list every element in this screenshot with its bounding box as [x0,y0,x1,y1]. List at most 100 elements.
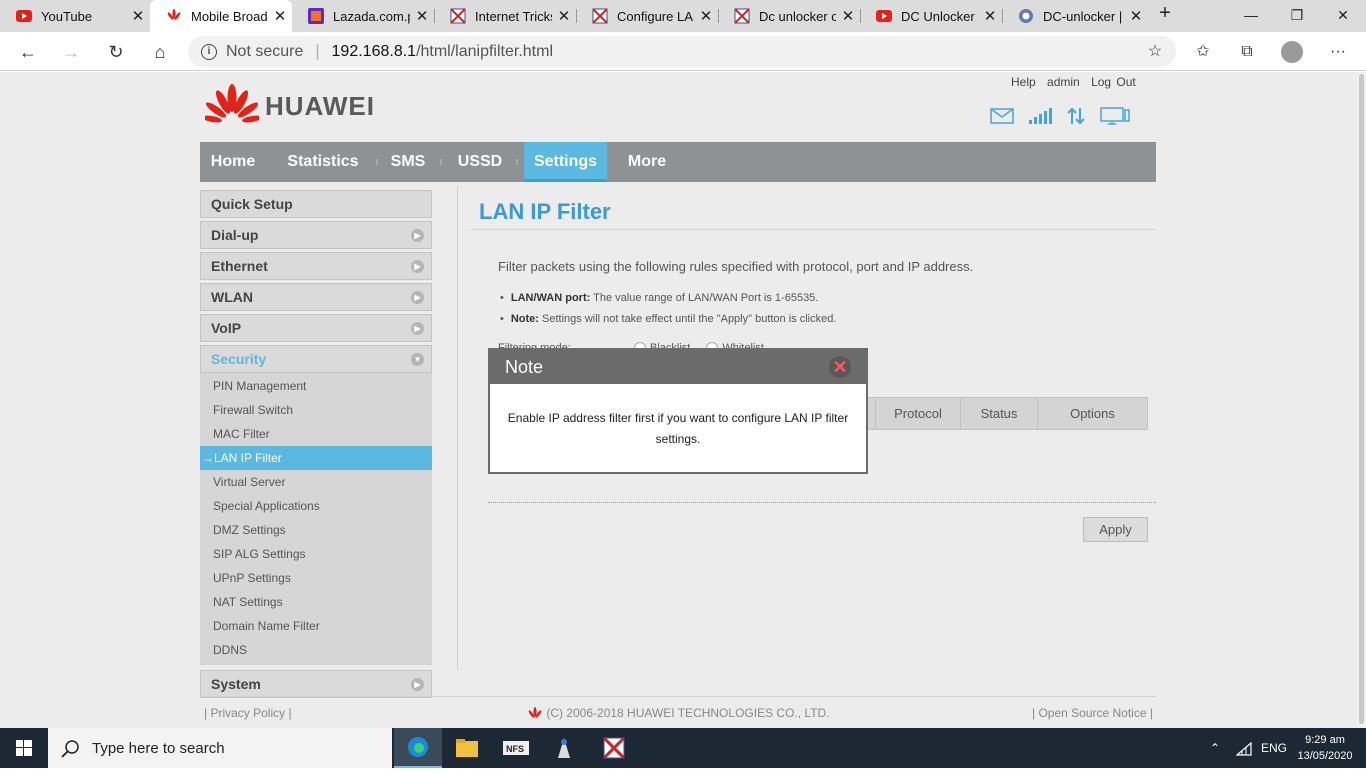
file-explorer-icon[interactable] [443,728,491,768]
close-icon[interactable]: ✕ [978,7,1002,25]
tab-configure-lan[interactable]: Configure LAN ✕ [576,0,718,32]
sidebar-item-sip-alg-settings[interactable]: SIP ALG Settings [200,542,432,566]
refresh-icon[interactable]: ↻ [101,37,131,67]
tab-internet-tricks[interactable]: Internet Tricks ✕ [434,0,576,32]
sidebar-item-virtual-server[interactable]: Virtual Server [200,470,432,494]
sidebar-item-nat-settings[interactable]: NAT Settings [200,590,432,614]
computer-icon [1100,107,1130,125]
tab-lazada[interactable]: Lazada.com.pl ✕ [292,0,434,32]
dc-unlocker-app-icon[interactable] [590,728,638,768]
wifi-icon[interactable] [1235,728,1252,768]
nav-statistics[interactable]: Statistics [276,142,370,182]
info-icon[interactable]: i [201,43,217,60]
forward-arrow-icon[interactable]: → [56,37,86,67]
page-description: Filter packets using the following rules… [498,259,974,274]
open-source-link[interactable]: Open Source Notice [1038,706,1146,720]
apply-button[interactable]: Apply [1083,517,1148,542]
back-arrow-icon[interactable]: ← [13,37,43,67]
windows-taskbar: Type here to search NFS ⌃ ENG 9:29 am 13… [0,728,1366,768]
admin-link[interactable]: admin [1047,75,1080,89]
logout-link[interactable]: Log Out [1091,75,1136,89]
privacy-link[interactable]: Privacy Policy [210,706,285,720]
tab-youtube[interactable]: YouTube ✕ [0,0,150,32]
sidebar-item-ddns[interactable]: DDNS [200,638,432,662]
browser-tab-bar: YouTube ✕ Mobile Broadb ✕ Lazada.com.pl … [0,0,1366,32]
close-icon[interactable]: ✕ [410,7,434,25]
minimize-icon[interactable]: — [1228,0,1274,32]
mail-icon[interactable] [990,108,1014,124]
sidebar-wlan[interactable]: WLAN ▶ [200,283,432,311]
huawei-logo: HUAWEI [205,84,375,128]
sidebar-voip[interactable]: VoIP ▶ [200,314,432,342]
favorites-list-icon[interactable]: ✩ [1188,37,1218,67]
note-dialog: Note ✕ Enable IP address filter first if… [488,348,868,474]
sidebar-item-domain-name-filter[interactable]: Domain Name Filter [200,614,432,638]
sidebar-ethernet[interactable]: Ethernet ▶ [200,252,432,280]
note-item: LAN/WAN port: The value range of LAN/WAN… [500,292,836,313]
sidebar-dial-up[interactable]: Dial-up ▶ [200,221,432,249]
nav-divider [440,159,442,165]
close-icon[interactable]: ✕ [126,7,150,25]
app-figure-icon[interactable] [540,728,588,768]
chevron-right-icon: ▶ [411,678,424,691]
language-indicator[interactable]: ENG [1261,728,1287,768]
chevron-down-icon: ▼ [411,353,424,366]
home-icon[interactable]: ⌂ [145,37,175,67]
nfs-game-icon[interactable]: NFS [492,728,540,768]
collections-icon[interactable]: ⧉ [1232,37,1262,67]
nav-home[interactable]: Home [200,142,266,182]
close-icon[interactable]: ✕ [836,7,860,25]
column-status: Status [960,398,1037,429]
tab-dc-unlocker[interactable]: DC-unlocker | ✕ [1002,0,1148,32]
sidebar: Quick Setup Dial-up ▶ Ethernet ▶ WLAN ▶ VoI… [200,190,432,701]
sidebar-quick-setup[interactable]: Quick Setup [200,190,432,218]
tab-divider [576,9,577,23]
edge-browser-icon[interactable] [394,728,442,768]
nav-settings[interactable]: Settings [524,142,607,182]
tab-mobile-broadband[interactable]: Mobile Broadb ✕ [150,0,292,32]
dialog-close-icon[interactable]: ✕ [829,356,851,378]
close-icon[interactable]: ✕ [694,7,718,25]
new-tab-plus-icon[interactable]: + [1152,2,1178,30]
restore-icon[interactable]: ❐ [1274,0,1320,32]
huawei-logo-small-icon [528,707,542,719]
scrollbar-thumb[interactable] [1359,74,1364,724]
huawei-flower-icon [205,84,259,123]
tab-divider [718,9,719,23]
more-menu-icon[interactable]: ··· [1323,37,1353,67]
dotted-divider [488,502,1156,503]
url-input[interactable]: i Not secure | 192.168.8.1/html/lanipfil… [188,36,1176,67]
tab-divider [860,9,861,23]
nav-ussd[interactable]: USSD [448,142,512,182]
sidebar-item-mac-filter[interactable]: MAC Filter [200,422,432,446]
sidebar-item-pin-management[interactable]: PIN Management [200,374,432,398]
favorite-star-icon[interactable]: ☆ [1140,37,1170,67]
nav-sms[interactable]: SMS [382,142,434,182]
svg-text:NFS: NFS [506,744,524,754]
sidebar-item-firewall-switch[interactable]: Firewall Switch [200,398,432,422]
sidebar-item-special-applications[interactable]: Special Applications [200,494,432,518]
tab-dc-unlocker-c[interactable]: DC Unlocker C ✕ [860,0,1002,32]
nav-more[interactable]: More [618,142,676,182]
windows-start-icon[interactable] [0,728,48,768]
tray-chevron-up-icon[interactable]: ⌃ [1210,728,1220,768]
system-clock[interactable]: 9:29 am 13/05/2020 [1290,732,1360,764]
page-scrollbar[interactable] [1357,72,1366,728]
help-link[interactable]: Help [1011,75,1036,89]
sidebar-system[interactable]: System ▶ [200,670,432,698]
security-submenu: PIN Management Firewall Switch MAC Filte… [200,373,432,665]
sidebar-item-dmz-settings[interactable]: DMZ Settings [200,518,432,542]
sidebar-security[interactable]: Security ▼ [200,345,432,373]
taskbar-search-input[interactable]: Type here to search [48,728,392,768]
profile-avatar[interactable] [1281,41,1303,63]
close-icon[interactable]: ✕ [268,7,292,25]
data-transfer-icon [1067,107,1085,125]
sidebar-item-lan-ip-filter[interactable]: →LAN IP Filter [200,446,432,470]
status-icons [990,106,1130,126]
sidebar-item-upnp-settings[interactable]: UPnP Settings [200,566,432,590]
window-close-icon[interactable]: ✕ [1320,0,1366,32]
signal-icon [1029,108,1052,124]
close-icon[interactable]: ✕ [1124,7,1148,25]
tab-dc-unlocker-cr[interactable]: Dc unlocker cr ✕ [718,0,860,32]
close-icon[interactable]: ✕ [552,7,576,25]
